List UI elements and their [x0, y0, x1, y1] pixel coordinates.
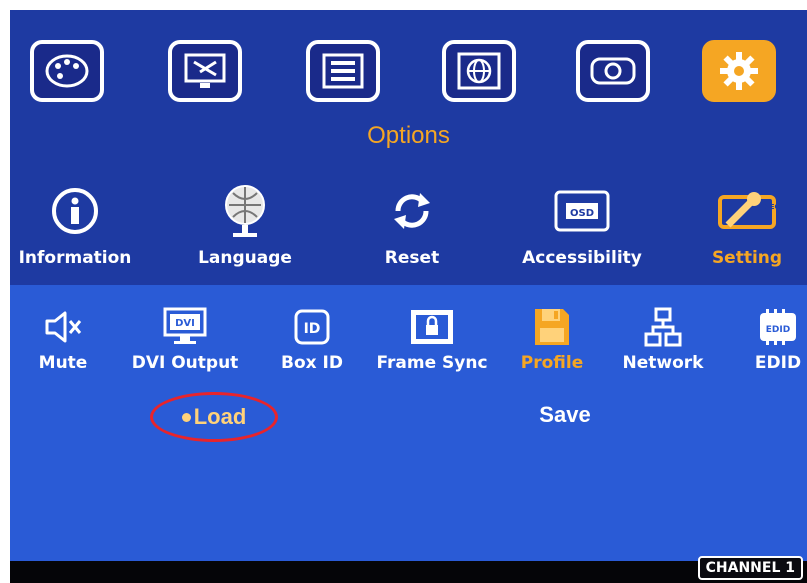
projector-icon[interactable]	[576, 40, 650, 102]
svg-text:GEO: GEO	[764, 203, 780, 211]
setting-label-frame-sync: Frame Sync	[376, 353, 488, 373]
save-option[interactable]: Save	[530, 402, 600, 428]
speaker-mute-icon	[10, 305, 128, 349]
osd-screen: Options Information Language Reset OSD A…	[10, 10, 807, 583]
channel-label: CHANNEL 1	[697, 556, 803, 580]
top-menu-panel: Options Information Language Reset OSD A…	[10, 10, 807, 285]
load-option[interactable]: Load	[150, 392, 278, 442]
sliders-icon[interactable]	[306, 40, 380, 102]
load-label: Load	[193, 404, 247, 429]
setting-item-mute[interactable]: Mute	[10, 305, 128, 373]
menu-item-language[interactable]: Language	[170, 180, 320, 268]
setting-label-box-id: Box ID	[281, 353, 343, 373]
gear-icon[interactable]	[702, 40, 776, 102]
selection-bullet-icon	[181, 412, 191, 422]
id-icon: ID	[247, 305, 377, 349]
monitor-tools-icon[interactable]	[168, 40, 242, 102]
menu-label-language: Language	[198, 248, 292, 268]
palette-icon[interactable]	[30, 40, 104, 102]
menu-title: Options	[367, 122, 450, 149]
menu-item-setting[interactable]: GEO Setting	[672, 180, 807, 268]
setting-label-mute: Mute	[38, 353, 88, 373]
setting-item-edid[interactable]: EDID EDID	[713, 305, 807, 373]
setting-item-dvi-output[interactable]: DVI DVI Output	[120, 305, 250, 373]
svg-text:EDID: EDID	[766, 325, 790, 335]
globe-stand-icon	[170, 180, 320, 242]
setting-label-network: Network	[622, 353, 704, 373]
setting-label-dvi-output: DVI Output	[131, 353, 239, 373]
setting-item-frame-sync[interactable]: Frame Sync	[367, 305, 497, 373]
wrench-geo-icon: GEO	[672, 180, 807, 242]
reset-arrows-icon	[337, 180, 487, 242]
frame-lock-icon	[367, 305, 497, 349]
globe-icon[interactable]	[442, 40, 516, 102]
menu-label-setting: Setting	[711, 248, 783, 268]
network-icon	[598, 305, 728, 349]
menu-label-reset: Reset	[384, 248, 440, 268]
menu-label-information: Information	[18, 248, 132, 268]
dvi-icon: DVI	[120, 305, 250, 349]
edid-icon: EDID	[713, 305, 807, 349]
svg-text:DVI: DVI	[175, 318, 195, 329]
menu-item-accessibility[interactable]: OSD Accessibility	[507, 180, 657, 268]
setting-label-edid: EDID	[754, 353, 802, 373]
info-icon	[10, 180, 150, 242]
svg-text:OSD: OSD	[570, 208, 594, 219]
menu-label-accessibility: Accessibility	[522, 248, 642, 268]
status-bar	[10, 561, 807, 583]
setting-item-network[interactable]: Network	[598, 305, 728, 373]
svg-text:ID: ID	[304, 321, 321, 337]
osd-icon: OSD	[507, 180, 657, 242]
setting-item-box-id[interactable]: ID Box ID	[247, 305, 377, 373]
menu-item-information[interactable]: Information	[10, 180, 150, 268]
menu-item-reset[interactable]: Reset	[337, 180, 487, 268]
